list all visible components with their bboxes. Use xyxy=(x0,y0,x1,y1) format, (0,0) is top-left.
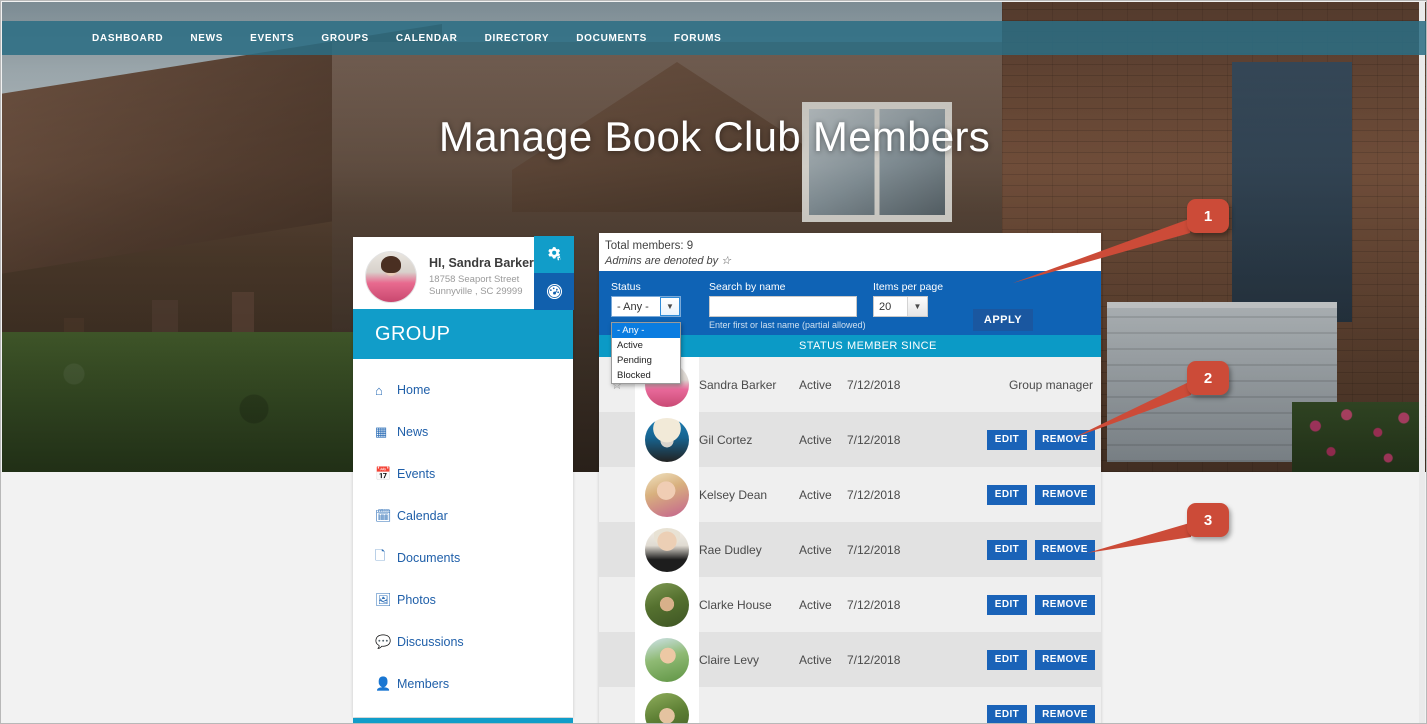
callout-badge-3: 3 xyxy=(1187,503,1229,537)
screenshot-frame: DASHBOARD NEWS EVENTS GROUPS CALENDAR DI… xyxy=(0,0,1427,724)
callout-badge-1: 1 xyxy=(1187,199,1229,233)
callout-badge-2: 2 xyxy=(1187,361,1229,395)
